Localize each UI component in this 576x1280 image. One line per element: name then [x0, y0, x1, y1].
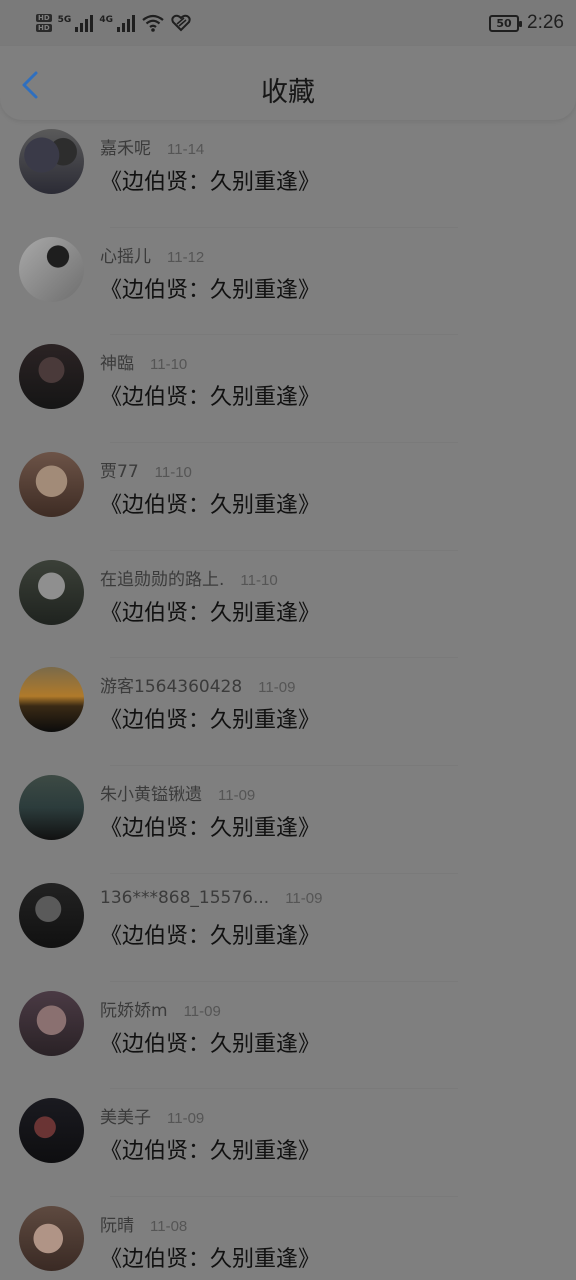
list-item[interactable]: 阮娇娇m 11-09 《边伯贤：久别重逢》 — [0, 982, 576, 1090]
list-item[interactable]: 阮晴 11-08 《边伯贤：久别重逢》 — [0, 1197, 576, 1280]
item-date: 11-10 — [154, 464, 192, 482]
user-name: 136***868_15576... — [100, 887, 270, 908]
battery-icon: 50 — [489, 14, 523, 32]
list-item[interactable]: 朱小黄镒锹遗 11-09 《边伯贤：久别重逢》 — [0, 766, 576, 874]
app-screen: HD HD 5G 4G 50 2:26 收藏 嘉禾呢 11-14 《边伯贤：久别… — [0, 0, 576, 1280]
list-item[interactable]: 心摇儿 11-12 《边伯贤：久别重逢》 — [0, 228, 576, 336]
item-meta: 游客1564360428 11-09 — [100, 672, 295, 697]
item-meta: 美美子 11-09 — [100, 1103, 204, 1128]
user-name: 神臨 — [100, 354, 134, 375]
user-name: 嘉禾呢 — [100, 139, 151, 159]
page-title: 收藏 — [261, 77, 315, 108]
user-name: 美美子 — [100, 1108, 151, 1129]
item-meta: 在追勋勋的路上. 11-10 — [100, 565, 278, 590]
item-title: 《边伯贤：久别重逢》 — [100, 170, 321, 195]
status-left: HD HD 5G 4G — [36, 13, 191, 33]
avatar[interactable] — [19, 882, 84, 948]
item-title: 《边伯贤：久别重逢》 — [100, 1246, 321, 1272]
item-meta: 朱小黄镒锹遗 11-09 — [100, 780, 255, 805]
item-title: 《边伯贤：久别重逢》 — [100, 277, 321, 303]
item-title: 《边伯贤：久别重逢》 — [100, 1031, 321, 1057]
network-type-1: 5G — [57, 15, 72, 25]
sim-indicators: HD HD — [36, 14, 52, 32]
item-date: 11-12 — [167, 248, 205, 266]
avatar[interactable] — [19, 559, 84, 625]
avatar[interactable] — [19, 129, 84, 194]
top-nav-bar: 收藏 — [0, 46, 576, 120]
item-date: 11-08 — [150, 1217, 188, 1235]
item-meta: 嘉禾呢 11-14 — [100, 134, 204, 159]
item-title: 《边伯贤：久别重逢》 — [100, 493, 321, 519]
item-date: 11-09 — [258, 679, 296, 697]
avatar[interactable] — [19, 1098, 84, 1164]
item-meta: 136***868_15576... 11-09 — [100, 888, 322, 908]
avatar[interactable] — [19, 667, 84, 733]
user-name: 贾77 — [100, 462, 139, 483]
avatar[interactable] — [19, 452, 84, 518]
user-name: 阮娇娇m — [100, 1000, 168, 1021]
network-type-2: 4G — [99, 15, 113, 25]
list-item[interactable]: 美美子 11-09 《边伯贤：久别重逢》 — [0, 1089, 576, 1197]
item-meta: 神臨 11-10 — [100, 349, 187, 374]
item-meta: 心摇儿 11-12 — [100, 242, 204, 267]
user-name: 在追勋勋的路上. — [100, 569, 225, 590]
avatar[interactable] — [19, 344, 84, 410]
item-title: 《边伯贤：久别重逢》 — [100, 600, 321, 626]
wifi-icon — [142, 14, 164, 32]
item-date: 11-10 — [150, 356, 188, 374]
battery-level: 50 — [496, 16, 512, 30]
avatar[interactable] — [19, 775, 84, 841]
list-item[interactable]: 嘉禾呢 11-14 《边伯贤：久别重逢》 — [0, 120, 576, 228]
sim2-label: HD — [36, 24, 52, 32]
user-name: 阮晴 — [100, 1215, 134, 1236]
list-item[interactable]: 贾77 11-10 《边伯贤：久别重逢》 — [0, 443, 576, 551]
item-date: 11-09 — [285, 889, 323, 907]
status-time: 2:26 — [527, 12, 564, 33]
item-date: 11-09 — [167, 1110, 205, 1128]
status-right: 50 2:26 — [489, 12, 564, 34]
signal-bars-2-icon — [116, 14, 135, 32]
list-item[interactable]: 136***868_15576... 11-09 《边伯贤：久别重逢》 — [0, 874, 576, 982]
avatar[interactable] — [19, 236, 84, 302]
avatar[interactable] — [19, 990, 84, 1056]
item-title: 《边伯贤：久别重逢》 — [100, 816, 321, 842]
item-title: 《边伯贤：久别重逢》 — [100, 923, 321, 949]
user-name: 游客1564360428 — [100, 677, 243, 698]
item-title: 《边伯贤：久别重逢》 — [100, 1139, 321, 1165]
user-name: 心摇儿 — [100, 246, 151, 267]
avatar[interactable] — [19, 1205, 84, 1271]
item-meta: 贾77 11-10 — [100, 457, 192, 482]
list-item[interactable]: 在追勋勋的路上. 11-10 《边伯贤：久别重逢》 — [0, 551, 576, 659]
sim1-label: HD — [36, 14, 52, 22]
hotspot-heart-icon — [171, 14, 191, 32]
item-title: 《边伯贤：久别重逢》 — [100, 708, 321, 734]
item-date: 11-10 — [240, 571, 278, 589]
item-date: 11-14 — [167, 141, 205, 158]
list-item[interactable]: 神臨 11-10 《边伯贤：久别重逢》 — [0, 335, 576, 444]
item-title: 《边伯贤：久别重逢》 — [100, 385, 321, 411]
favorites-list: 嘉禾呢 11-14 《边伯贤：久别重逢》 心摇儿 11-12 《边伯贤：久别重逢… — [0, 120, 576, 1280]
item-date: 11-09 — [183, 1002, 221, 1020]
item-date: 11-09 — [218, 787, 256, 805]
signal-bars-1-icon — [75, 14, 94, 32]
item-meta: 阮晴 11-08 — [100, 1211, 187, 1236]
status-bar: HD HD 5G 4G 50 2:26 — [0, 0, 576, 46]
user-name: 朱小黄镒锹遗 — [100, 785, 202, 806]
item-meta: 阮娇娇m 11-09 — [100, 996, 221, 1021]
list-item[interactable]: 游客1564360428 11-09 《边伯贤：久别重逢》 — [0, 658, 576, 767]
